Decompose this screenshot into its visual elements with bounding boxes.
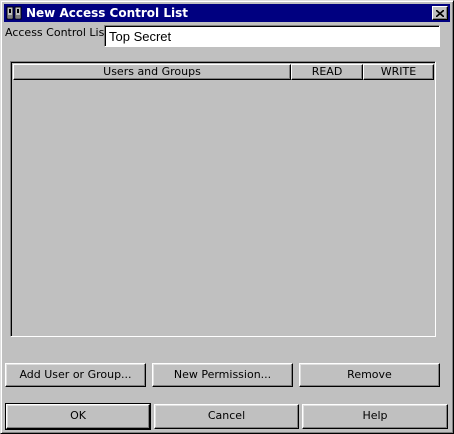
new-permission-button[interactable]: New Permission...	[152, 363, 293, 387]
add-user-or-group-button[interactable]: Add User or Group...	[5, 363, 146, 387]
column-header-read[interactable]: READ	[291, 64, 363, 80]
column-header-write[interactable]: WRITE	[363, 64, 434, 80]
table-header: Users and Groups READ WRITE	[13, 64, 434, 80]
permissions-table: Users and Groups READ WRITE	[10, 61, 436, 337]
help-button[interactable]: Help	[302, 404, 448, 429]
close-icon	[436, 9, 444, 17]
table-body[interactable]	[13, 80, 434, 335]
close-button[interactable]	[432, 6, 448, 20]
ok-button[interactable]: OK	[5, 403, 151, 430]
dialog-window: New Access Control List Access Control L…	[0, 0, 454, 434]
window-title: New Access Control List	[26, 6, 188, 20]
acl-name-input[interactable]	[104, 25, 440, 47]
title-bar[interactable]: New Access Control List	[4, 4, 450, 22]
cancel-button[interactable]: Cancel	[154, 404, 299, 429]
column-header-users-groups[interactable]: Users and Groups	[13, 64, 291, 80]
acl-name-label: Access Control List:	[5, 26, 113, 39]
remove-button[interactable]: Remove	[299, 363, 440, 387]
acl-app-icon	[6, 5, 22, 21]
